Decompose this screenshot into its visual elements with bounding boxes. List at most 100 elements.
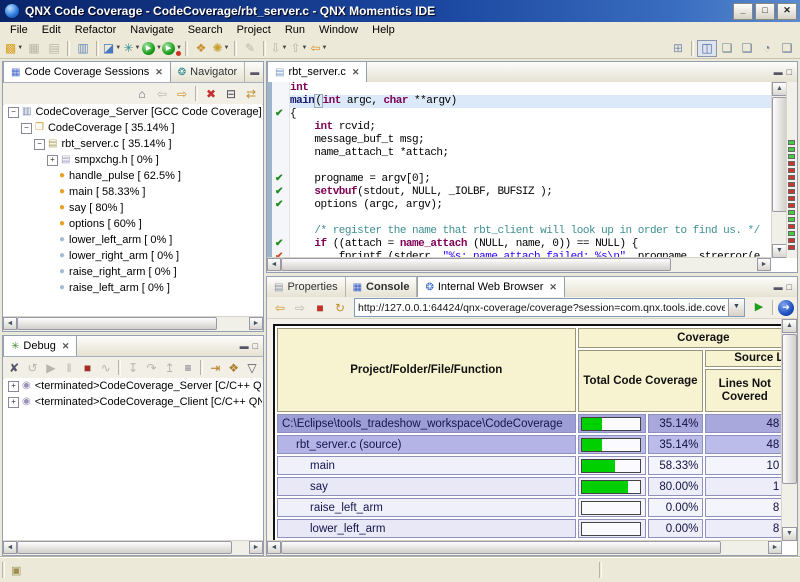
scroll-thumb[interactable] [782, 334, 797, 484]
fast-view-icon[interactable]: ▣ [11, 564, 21, 577]
remove-session-button[interactable]: ✖ [201, 85, 221, 102]
scroll-right-icon[interactable]: ► [249, 317, 263, 330]
maximize-view-icon[interactable]: □ [787, 67, 792, 77]
code-line[interactable] [290, 160, 771, 173]
browser-go-button[interactable]: ▶ [749, 299, 769, 316]
scroll-down-icon[interactable]: ▼ [772, 244, 787, 258]
tree-item[interactable]: −❐CodeCoverage [ 35.14% ] [4, 120, 262, 136]
scroll-thumb[interactable] [17, 317, 217, 330]
terminate-button[interactable]: ■ [78, 359, 96, 376]
scroll-thumb[interactable] [17, 541, 232, 554]
scroll-thumb[interactable] [772, 97, 787, 212]
row-name[interactable]: main [277, 456, 576, 475]
code-line[interactable]: message_buf_t msg; [290, 134, 771, 147]
perspective-profile-button[interactable]: ◔ [757, 40, 777, 57]
tab-navigator[interactable]: ❂Navigator [171, 62, 245, 82]
collapse-all-button[interactable]: ⊟ [221, 85, 241, 102]
editor-content[interactable]: ✔✔✔✔✔✔ intmain(int argc, char **argv){ i… [267, 82, 797, 258]
forward-button[interactable]: ⇨ [172, 85, 192, 102]
tree-item[interactable]: ●lower_left_arm [ 0% ] [4, 232, 262, 248]
row-name[interactable]: rbt_server.c (source) [277, 435, 576, 454]
tab-console[interactable]: ▦Console [346, 277, 418, 297]
maximize-view-icon[interactable]: □ [787, 282, 792, 292]
code-line[interactable]: setvbuf(stdout, NULL, _IOLBF, BUFSIZ ); [290, 186, 771, 199]
open-external-browser-button[interactable]: ➜ [778, 300, 794, 316]
maximize-view-icon[interactable]: □ [263, 67, 264, 77]
debug-launch-button[interactable]: ◪▼ [102, 40, 122, 57]
expander-icon[interactable]: + [8, 381, 19, 392]
expander-icon[interactable]: + [47, 155, 58, 166]
binary-build-button[interactable]: ▥ [73, 40, 93, 57]
expander-icon[interactable]: − [21, 123, 32, 134]
minimize-view-icon[interactable]: ▬ [774, 282, 783, 292]
scroll-left-icon[interactable]: ◄ [3, 317, 17, 330]
editor-vscrollbar[interactable]: ▲ ▼ [771, 82, 787, 258]
close-button[interactable]: ✕ [777, 3, 797, 20]
open-perspective-button[interactable]: ⊞ [668, 40, 688, 57]
tree-item[interactable]: ●say [ 80% ] [4, 200, 262, 216]
row-name[interactable]: say [277, 477, 576, 496]
url-dropdown-icon[interactable]: ▼ [728, 299, 744, 316]
menu-window[interactable]: Window [312, 23, 365, 37]
perspective-qnx-button[interactable]: ◫ [697, 40, 717, 57]
tree-item[interactable]: +▤smpxchg.h [ 0% ] [4, 152, 262, 168]
scroll-thumb[interactable] [281, 258, 671, 271]
tree-item[interactable]: ●main [ 58.33% ] [4, 184, 262, 200]
menu-navigate[interactable]: Navigate [123, 23, 180, 37]
menu-run[interactable]: Run [278, 23, 312, 37]
code-line[interactable]: progname = argv[0]; [290, 173, 771, 186]
menu-help[interactable]: Help [365, 23, 402, 37]
scroll-right-icon[interactable]: ► [768, 541, 782, 554]
link-with-editor-button[interactable]: ⇄ [241, 85, 261, 102]
code-line[interactable]: name_attach_t *attach; [290, 147, 771, 160]
scroll-thumb[interactable] [281, 541, 721, 554]
code-line[interactable]: /* register the name that rbt_client wil… [290, 225, 771, 238]
tab-properties[interactable]: ▤Properties [267, 277, 346, 297]
debug-hscrollbar[interactable]: ◄ ► [3, 540, 263, 555]
close-icon[interactable]: ✕ [62, 341, 70, 352]
browser-stop-button[interactable]: ■ [310, 299, 330, 316]
run-button[interactable]: ▶▼ [142, 40, 162, 57]
tab-internal-web-browser[interactable]: ❂Internal Web Browser✕ [417, 277, 565, 297]
perspective-debug-button[interactable]: ❏ [717, 40, 737, 57]
memory-button[interactable]: ❖ [224, 359, 242, 376]
menu-project[interactable]: Project [230, 23, 278, 37]
maximize-button[interactable]: □ [755, 3, 775, 20]
tree-item[interactable]: ●raise_right_arm [ 0% ] [4, 264, 262, 280]
code-line[interactable]: main(int argc, char **argv) [290, 95, 771, 108]
editor-hscrollbar[interactable]: ◄ ► [267, 257, 771, 272]
instruction-stepping-button[interactable]: ≡ [179, 359, 197, 376]
code-area[interactable]: intmain(int argc, char **argv){ int rcvi… [290, 82, 771, 258]
browser-vscrollbar[interactable]: ▲ ▼ [781, 319, 797, 541]
tree-item[interactable]: ●options [ 60% ] [4, 216, 262, 232]
back-history-button[interactable]: ⇦▼ [309, 40, 329, 57]
view-menu-button[interactable]: ▽ [243, 359, 261, 376]
debug-launch-item[interactable]: +◉<terminated>CodeCoverage_Server [C/C++… [4, 378, 262, 394]
scroll-left-icon[interactable]: ◄ [267, 258, 281, 271]
scroll-up-icon[interactable]: ▲ [782, 319, 797, 333]
menu-search[interactable]: Search [181, 23, 230, 37]
scroll-right-icon[interactable]: ► [757, 258, 771, 271]
sessions-hscrollbar[interactable]: ◄ ► [3, 316, 263, 331]
code-line[interactable]: { [290, 108, 771, 121]
close-icon[interactable]: ✕ [155, 67, 163, 78]
minimize-view-icon[interactable]: ▬ [240, 341, 249, 351]
code-line[interactable]: if ((attach = name_attach (NULL, name, 0… [290, 238, 771, 251]
perspective-web-button[interactable]: ❑ [777, 40, 797, 57]
code-line[interactable]: int rcvid; [290, 121, 771, 134]
tree-item[interactable]: ●raise_left_arm [ 0% ] [4, 280, 262, 296]
scroll-down-icon[interactable]: ▼ [782, 527, 797, 541]
remove-terminated-button[interactable]: ✘ [5, 359, 23, 376]
external-tools-button[interactable]: ✳▼ [122, 40, 142, 57]
close-icon[interactable]: ✕ [549, 282, 557, 293]
perspective-cpp-button[interactable]: ❏ [737, 40, 757, 57]
profile-button[interactable]: ▶▼ [162, 40, 182, 57]
minimize-button[interactable]: _ [733, 3, 753, 20]
tree-item[interactable]: −▤rbt_server.c [ 35.14% ] [4, 136, 262, 152]
scroll-right-icon[interactable]: ► [249, 541, 263, 554]
new-button[interactable]: ▩▼ [4, 40, 24, 57]
tree-item[interactable]: ●handle_pulse [ 62.5% ] [4, 168, 262, 184]
search-button[interactable]: ✺▼ [211, 40, 231, 57]
scroll-up-icon[interactable]: ▲ [772, 82, 787, 96]
maximize-view-icon[interactable]: □ [253, 341, 258, 351]
